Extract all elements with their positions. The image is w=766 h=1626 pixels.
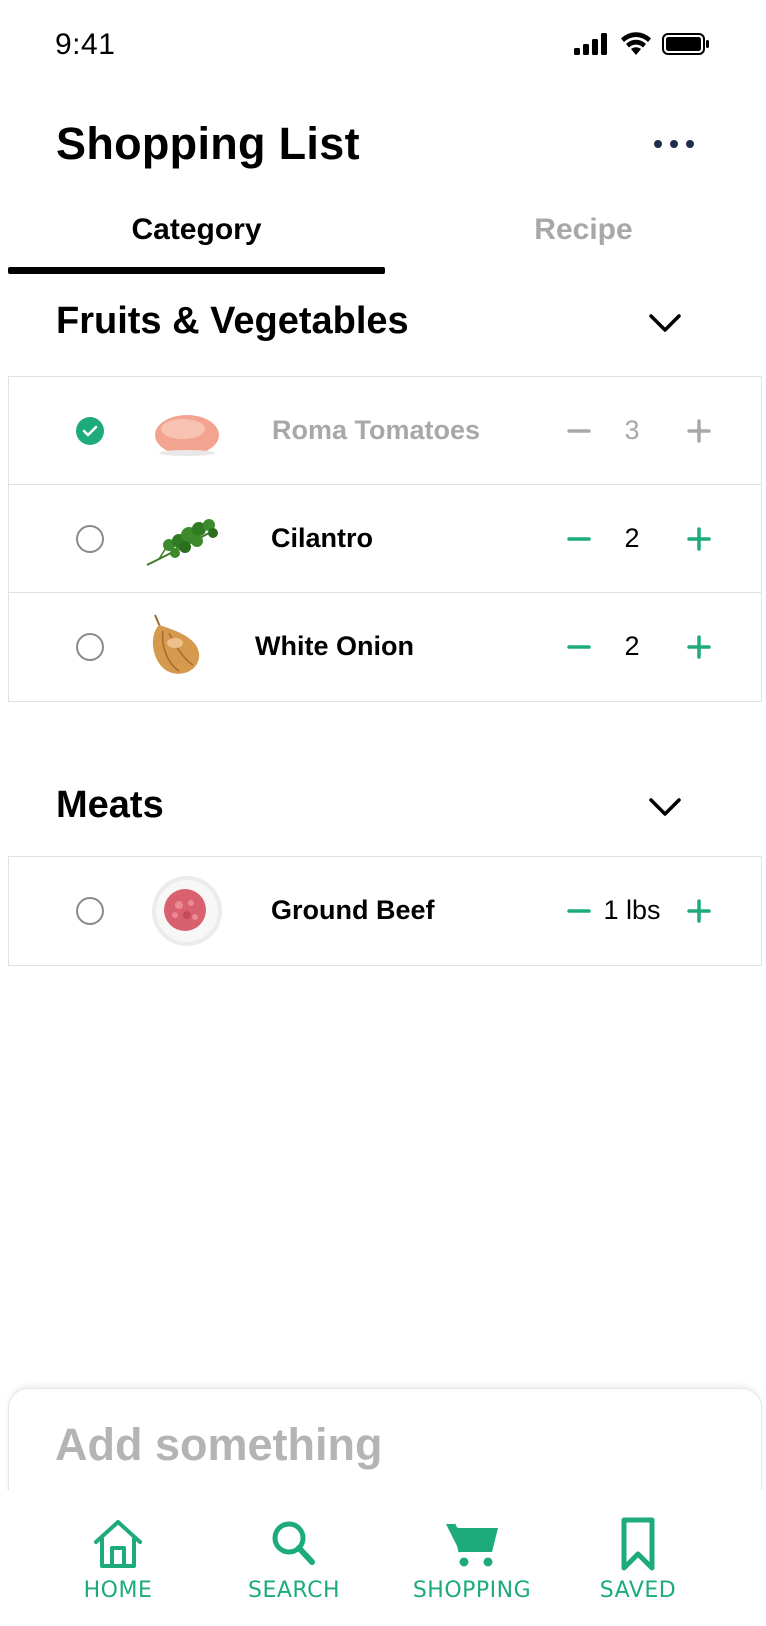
add-item-input[interactable] — [55, 1415, 655, 1475]
search-icon — [272, 1521, 315, 1565]
item-name: White Onion — [255, 631, 414, 661]
tab-shopping[interactable]: SHOPPING — [392, 1516, 552, 1603]
home-icon — [94, 1520, 142, 1568]
status-time: 9:41 — [55, 28, 116, 61]
fruits-vegetables-list: Roma Tomatoes 3 Cilantro 2 White Onion 2 — [8, 376, 762, 702]
item-name: Ground Beef — [271, 895, 435, 925]
tab-label: SAVED — [599, 1578, 677, 1603]
checkbox-unchecked[interactable] — [76, 897, 104, 925]
status-icons — [574, 32, 710, 56]
quantity-value: 3 — [624, 415, 640, 445]
checkbox-unchecked[interactable] — [76, 525, 104, 553]
quantity-value: 2 — [624, 631, 640, 661]
header: Shopping List — [0, 110, 766, 190]
checkbox-checked[interactable] — [76, 417, 104, 445]
item-name: Roma Tomatoes — [272, 415, 481, 445]
cart-icon — [446, 1523, 498, 1567]
page-title: Shopping List — [56, 118, 360, 169]
tab-bar: Category Recipe — [0, 205, 766, 277]
ground-beef-image — [152, 876, 222, 946]
tab-label: SHOPPING — [412, 1578, 532, 1603]
more-dot — [686, 140, 694, 148]
plus-icon[interactable] — [687, 635, 711, 659]
wifi-icon — [621, 32, 651, 55]
list-item[interactable]: Cilantro 2 — [9, 485, 761, 593]
battery-icon — [662, 33, 709, 55]
minus-icon[interactable] — [567, 527, 591, 551]
plus-icon[interactable] — [687, 899, 711, 923]
tab-category[interactable]: Category — [8, 213, 385, 247]
quantity-value: 2 — [624, 523, 640, 553]
tab-search[interactable]: SEARCH — [214, 1516, 374, 1603]
status-bar: 9:41 — [0, 0, 766, 92]
plus-icon[interactable] — [687, 527, 711, 551]
minus-icon[interactable] — [567, 899, 591, 923]
list-item[interactable]: White Onion 2 — [9, 593, 761, 701]
more-dot — [654, 140, 662, 148]
section-title: Meats — [56, 784, 164, 826]
active-tab-indicator — [8, 267, 385, 274]
section-header-fruits-vegetables: Fruits & Vegetables — [0, 292, 766, 362]
checkmark-icon — [82, 425, 98, 437]
meats-list: Ground Beef 1 lbs — [8, 856, 762, 966]
tab-recipe[interactable]: Recipe — [395, 213, 766, 247]
chevron-down-icon[interactable] — [648, 796, 682, 818]
bottom-tab-bar: HOME SEARCH SHOPPING SAVED — [0, 1490, 766, 1626]
tomato-image — [155, 415, 219, 456]
more-icon[interactable] — [654, 134, 694, 154]
chevron-down-icon[interactable] — [648, 312, 682, 334]
checkbox-unchecked[interactable] — [76, 633, 104, 661]
plus-icon[interactable] — [687, 419, 711, 443]
cilantro-image — [146, 519, 218, 566]
minus-icon[interactable] — [567, 635, 591, 659]
signal-icon — [574, 33, 607, 55]
quantity-value: 1 lbs — [603, 895, 661, 925]
list-item[interactable]: Roma Tomatoes 3 — [9, 377, 761, 485]
tab-saved[interactable]: SAVED — [558, 1516, 718, 1603]
tab-label: HOME — [83, 1578, 153, 1603]
tab-label: SEARCH — [247, 1578, 340, 1603]
list-item[interactable]: Ground Beef 1 lbs — [9, 857, 761, 965]
section-header-meats: Meats — [0, 776, 766, 846]
minus-icon[interactable] — [567, 419, 591, 443]
item-name: Cilantro — [271, 523, 374, 553]
more-dot — [670, 140, 678, 148]
bookmark-icon — [621, 1517, 655, 1571]
tab-home[interactable]: HOME — [38, 1516, 198, 1603]
section-title: Fruits & Vegetables — [56, 300, 409, 342]
onion-image — [152, 614, 200, 674]
